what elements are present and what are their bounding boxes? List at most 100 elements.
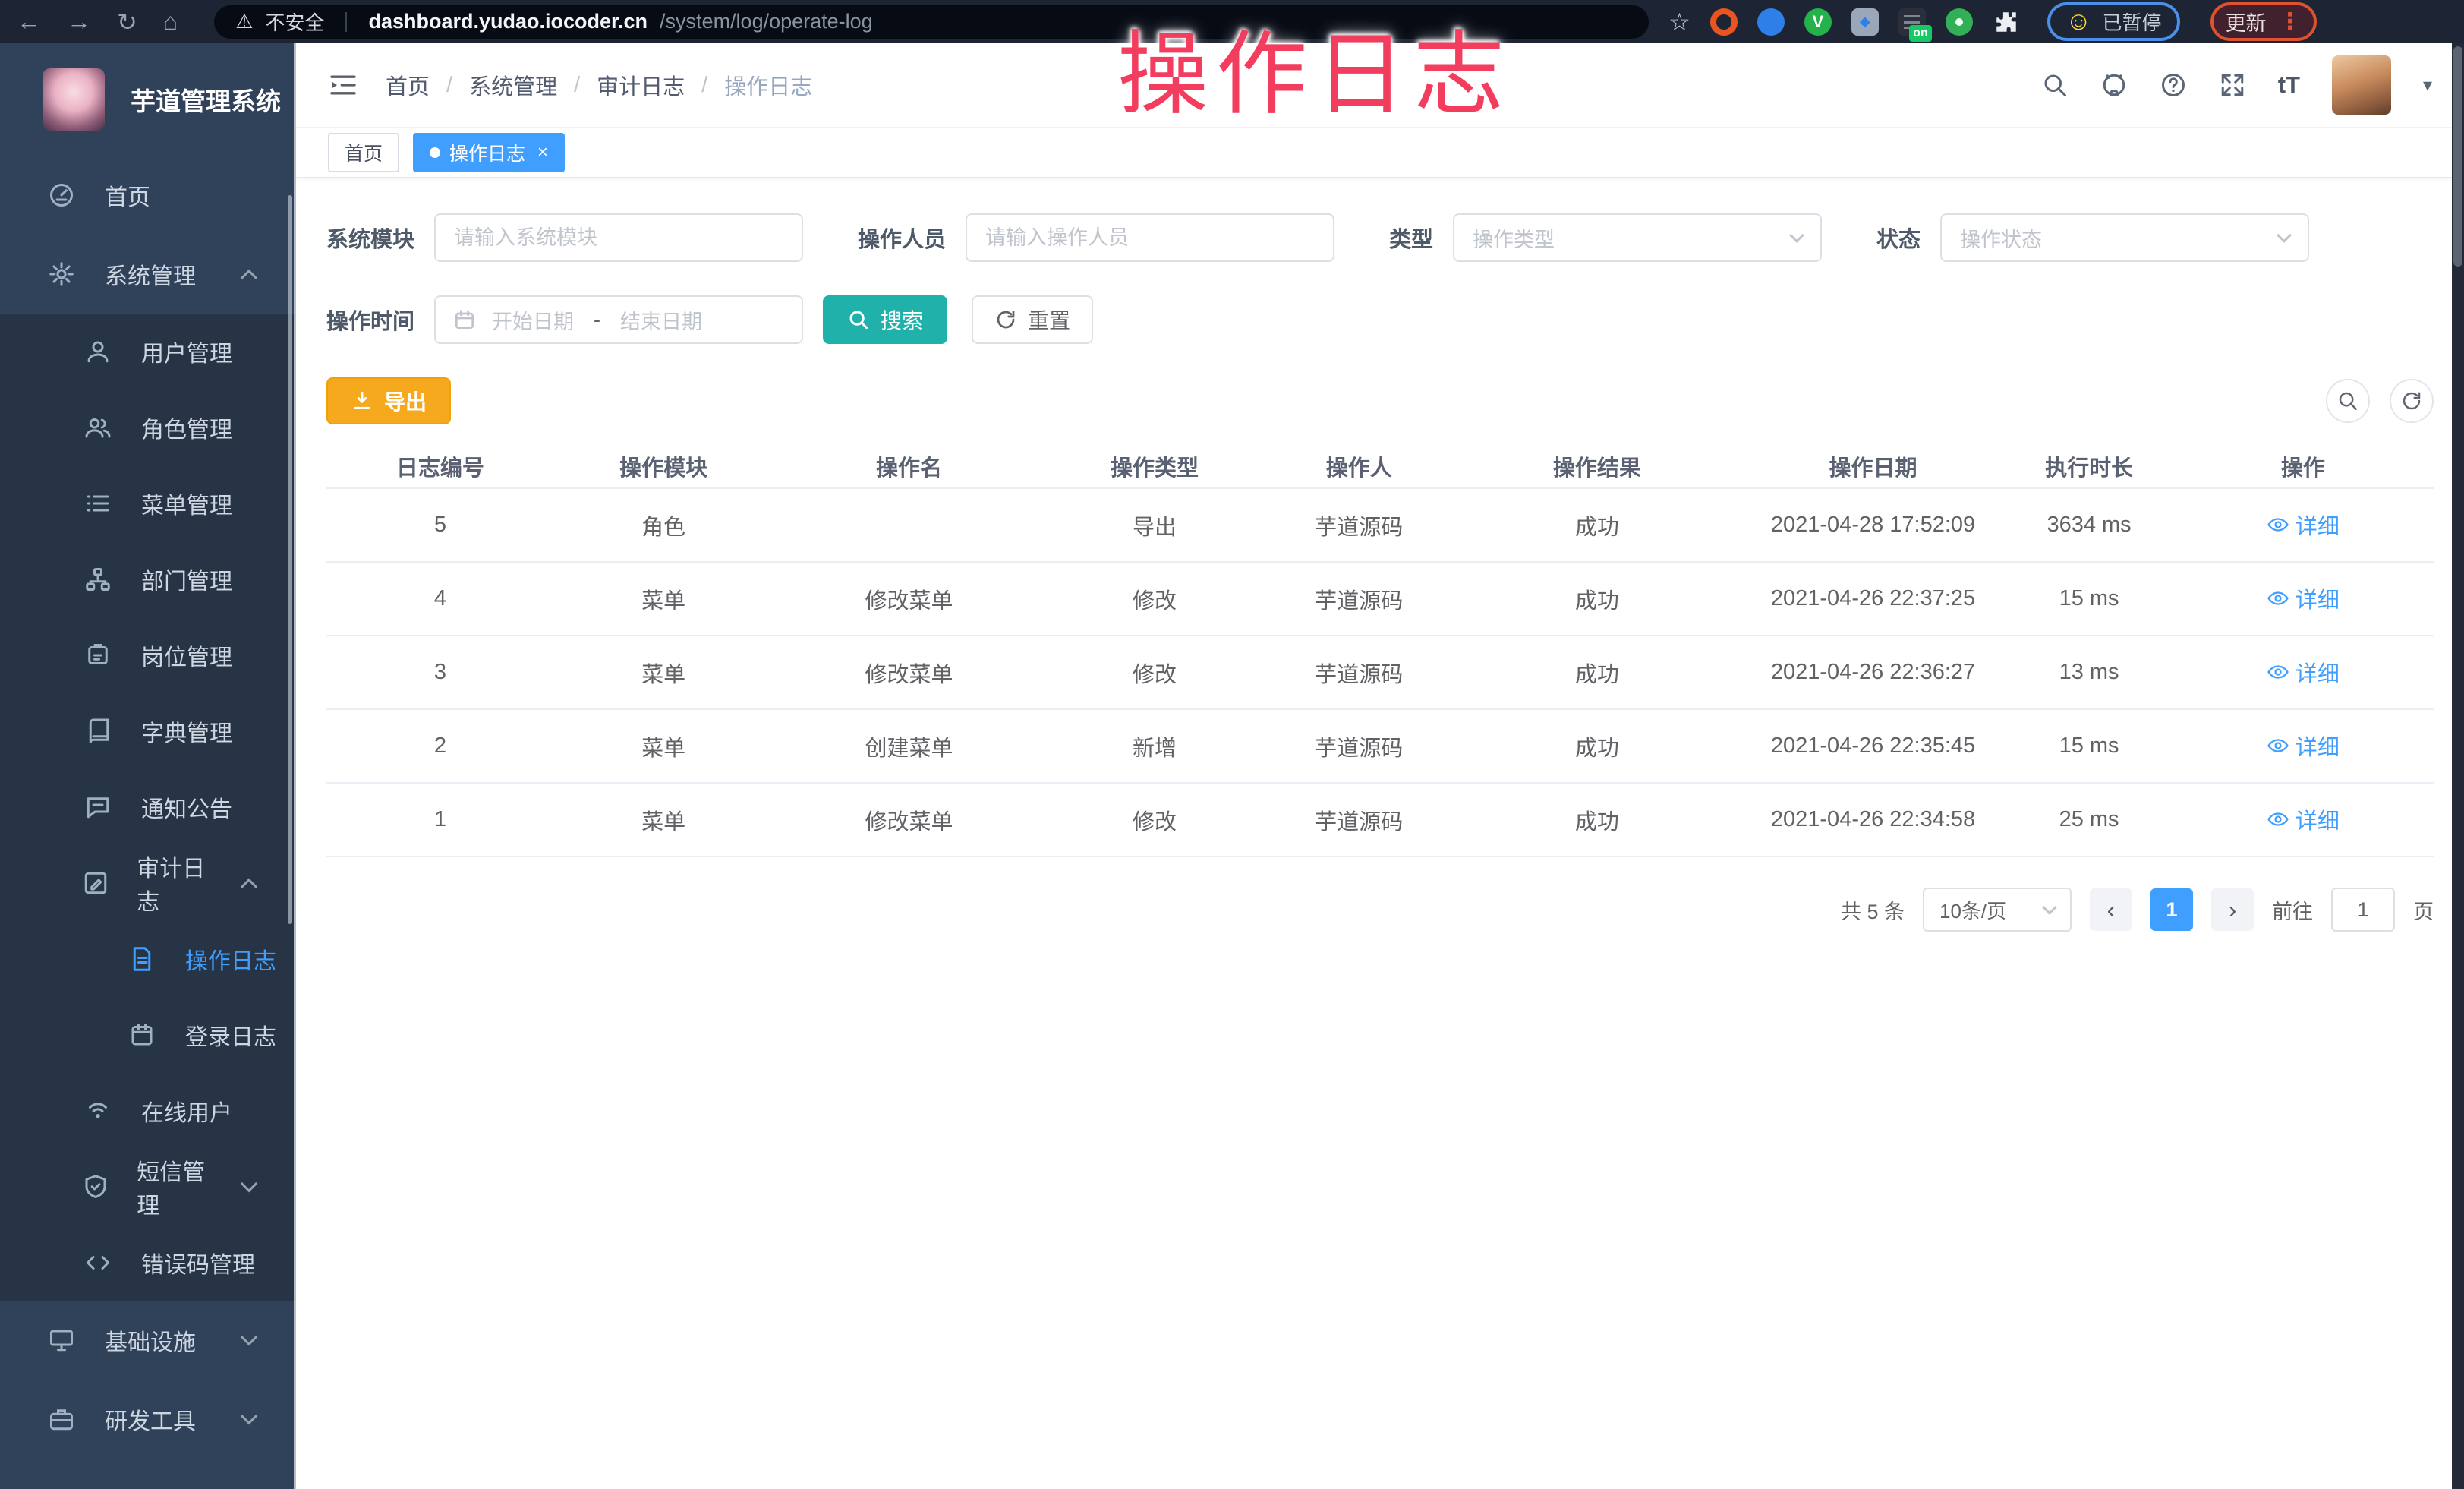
tag-close-icon[interactable]: × [537,142,548,163]
cell-operator: 芋道源码 [1264,783,1454,856]
cell-operator: 芋道源码 [1264,488,1454,562]
browser-reload-icon[interactable]: ↻ [117,8,137,36]
avatar-caret-icon[interactable]: ▾ [2423,74,2432,96]
browser-update-pill[interactable]: 更新 ⋮ [2210,2,2317,41]
fullscreen-icon[interactable] [2219,71,2246,99]
detail-link[interactable]: 详细 [2267,509,2340,541]
module-input[interactable] [434,213,803,262]
extension-orange-ring-icon[interactable] [1710,8,1738,36]
sidebar-item-dev-tools[interactable]: 研发工具 [0,1380,296,1459]
table-toolbar: 导出 [326,377,2434,424]
sidebar-logo-row[interactable]: 芋道管理系统 [0,43,296,156]
cell-log-id: 5 [326,488,554,562]
sidebar-scrollbar[interactable] [288,195,292,924]
browser-forward-icon[interactable]: → [67,8,91,36]
browser-menu-kebab-icon[interactable]: ⋮ [2279,8,2302,35]
detail-link-label: 详细 [2295,582,2340,614]
sidebar-item-user-management[interactable]: 用户管理 [0,314,296,390]
sidebar-item-login-log[interactable]: 登录日志 [0,997,296,1073]
browser-back-icon[interactable]: ← [17,8,41,36]
filter-status: 状态 操作状态 [1876,213,2309,262]
gear-icon [46,260,77,288]
sidebar-item-errorcode-management[interactable]: 错误码管理 [0,1225,296,1301]
type-label: 类型 [1389,222,1433,254]
sidebar-item-label: 字典管理 [141,715,232,748]
extension-blue-drop-icon[interactable] [1757,8,1785,36]
font-size-icon[interactable]: tT [2278,71,2300,99]
sidebar-item-infrastructure[interactable]: 基础设施 [0,1301,296,1380]
system-management-submenu: 用户管理 角色管理 菜单管理 部门管理 [0,314,296,1301]
cell-operator: 芋道源码 [1264,562,1454,636]
operator-input[interactable] [966,213,1334,262]
org-tree-icon [82,566,114,593]
sidebar-item-dict-management[interactable]: 字典管理 [0,693,296,769]
extension-gray-diamond-icon[interactable]: ◆ [1851,8,1879,36]
cell-result: 成功 [1454,562,1741,636]
type-select[interactable]: 操作类型 [1453,213,1822,262]
extension-switch-icon[interactable]: on [1898,8,1926,36]
tag-operate-log[interactable]: 操作日志 × [413,133,565,172]
extension-green-sprout-icon[interactable] [1946,8,1973,36]
breadcrumb-audit-log[interactable]: 审计日志 [597,69,685,101]
security-label[interactable]: 不安全 [265,8,324,36]
sidebar-item-audit-log[interactable]: 审计日志 [0,845,296,921]
sidebar-item-sms-management[interactable]: 短信管理 [0,1149,296,1225]
sidebar-item-notice[interactable]: 通知公告 [0,769,296,845]
monitor-icon [46,1327,77,1354]
detail-link[interactable]: 详细 [2267,582,2340,614]
cell-duration: 15 ms [2006,562,2172,636]
refresh-icon [994,308,1017,331]
detail-link[interactable]: 详细 [2267,803,2340,835]
eye-icon [2267,734,2289,757]
window-scrollbar[interactable] [2452,43,2464,1489]
sidebar-item-system-management[interactable]: 系统管理 [0,235,296,314]
extension-green-v-icon[interactable]: V [1804,8,1832,36]
date-range-picker[interactable]: 开始日期 - 结束日期 [434,295,803,344]
sidebar-item-dept-management[interactable]: 部门管理 [0,541,296,617]
page-number-1[interactable]: 1 [2150,888,2193,931]
detail-link[interactable]: 详细 [2267,730,2340,762]
show-search-toggle-button[interactable] [2326,379,2370,423]
breadcrumb-system[interactable]: 系统管理 [469,69,557,101]
browser-home-icon[interactable]: ⌂ [163,8,178,36]
goto-page-input[interactable] [2331,888,2395,932]
sidebar-item-label: 审计日志 [137,850,216,916]
search-button[interactable]: 搜索 [823,295,947,344]
chevron-down-icon [241,1408,258,1425]
chevron-down-icon [241,1175,258,1193]
sidebar-item-home[interactable]: 首页 [0,156,296,235]
paused-extension-pill[interactable]: ☺ 已暂停 [2047,2,2180,41]
github-icon[interactable] [2100,71,2128,99]
update-button[interactable]: 更新 [2226,7,2267,36]
cell-name: 修改菜单 [774,562,1045,636]
user-avatar[interactable] [2332,55,2391,115]
sidebar-item-online-users[interactable]: 在线用户 [0,1073,296,1149]
detail-link[interactable]: 详细 [2267,656,2340,688]
page-size-select[interactable]: 10条/页 [1923,888,2072,932]
sidebar-item-role-management[interactable]: 角色管理 [0,390,296,465]
breadcrumb-home[interactable]: 首页 [386,69,430,101]
address-bar[interactable]: ⚠ 不安全 dashboard.yudao.iocoder.cn /system… [214,5,1649,39]
pagination: 共 5 条 10条/页 ‹ 1 › 前往 页 [326,888,2434,932]
sidebar-item-operate-log[interactable]: 操作日志 [0,921,296,997]
export-button[interactable]: 导出 [326,377,451,424]
cell-type: 修改 [1045,562,1265,636]
prev-page-button[interactable]: ‹ [2090,888,2132,931]
bookmark-star-icon[interactable]: ☆ [1668,8,1690,36]
filter-operator: 操作人员 [858,213,1334,262]
scrollbar-thumb[interactable] [2453,46,2462,267]
sidebar-item-post-management[interactable]: 岗位管理 [0,617,296,693]
chevron-down-icon [241,1329,258,1346]
next-page-button[interactable]: › [2211,888,2254,931]
extensions-puzzle-icon[interactable] [1993,8,2020,36]
shield-icon [82,1173,109,1200]
sidebar-fold-icon[interactable] [328,70,358,100]
refresh-table-button[interactable] [2390,379,2434,423]
reset-button[interactable]: 重置 [972,295,1093,344]
help-icon[interactable] [2160,71,2187,99]
header-search-icon[interactable] [2041,71,2069,99]
status-select[interactable]: 操作状态 [1940,213,2309,262]
tag-home[interactable]: 首页 [328,133,399,172]
sidebar-item-menu-management[interactable]: 菜单管理 [0,465,296,541]
page-unit-label: 页 [2413,895,2434,925]
